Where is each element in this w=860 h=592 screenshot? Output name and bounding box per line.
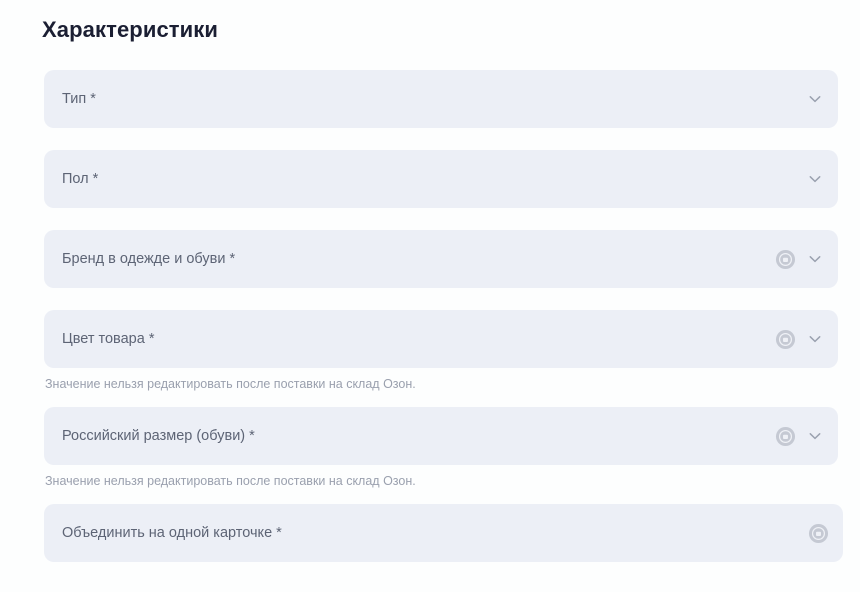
lock-circle-icon[interactable] xyxy=(775,426,796,447)
field-row: Цвет товара * Значение нельзя редактиров… xyxy=(0,310,860,392)
field-controls xyxy=(775,310,824,368)
field-label: Пол * xyxy=(62,171,99,187)
field-controls xyxy=(775,407,824,465)
field-brand[interactable]: Бренд в одежде и обуви * xyxy=(44,230,838,288)
chevron-down-icon[interactable] xyxy=(806,330,824,348)
field-color[interactable]: Цвет товара * xyxy=(44,310,838,368)
characteristics-form-page: Характеристики Тип * Пол * Бренд в одежд… xyxy=(0,0,860,592)
chevron-down-icon[interactable] xyxy=(806,170,824,188)
chevron-down-icon[interactable] xyxy=(806,427,824,445)
characteristics-field-list: Тип * Пол * Бренд в одежде и обуви * Цве… xyxy=(0,70,860,562)
field-controls xyxy=(775,230,824,288)
field-helper-text: Значение нельзя редактировать после пост… xyxy=(45,377,416,391)
lock-circle-icon[interactable] xyxy=(775,249,796,270)
page-title: Характеристики xyxy=(42,17,219,42)
field-row: Пол * xyxy=(0,150,860,208)
lock-circle-icon[interactable] xyxy=(808,523,829,544)
chevron-down-icon[interactable] xyxy=(806,250,824,268)
lock-circle-icon[interactable] xyxy=(775,329,796,350)
field-helper-text: Значение нельзя редактировать после пост… xyxy=(45,474,416,488)
field-label: Тип * xyxy=(62,91,96,107)
field-controls xyxy=(808,504,829,562)
field-row: Российский размер (обуви) * Значение нел… xyxy=(0,407,860,489)
field-label: Цвет товара * xyxy=(62,331,155,347)
field-controls xyxy=(806,150,824,208)
field-label: Российский размер (обуви) * xyxy=(62,428,255,444)
field-row: Бренд в одежде и обуви * xyxy=(0,230,860,288)
field-merge-on-one-card[interactable]: Объединить на одной карточке * xyxy=(44,504,843,562)
field-label: Бренд в одежде и обуви * xyxy=(62,251,236,267)
field-label: Объединить на одной карточке * xyxy=(62,525,282,541)
field-russian-shoe-size[interactable]: Российский размер (обуви) * xyxy=(44,407,838,465)
field-row: Объединить на одной карточке * xyxy=(0,504,860,562)
field-type[interactable]: Тип * xyxy=(44,70,838,128)
chevron-down-icon[interactable] xyxy=(806,90,824,108)
field-gender[interactable]: Пол * xyxy=(44,150,838,208)
field-controls xyxy=(806,70,824,128)
field-row: Тип * xyxy=(0,70,860,128)
